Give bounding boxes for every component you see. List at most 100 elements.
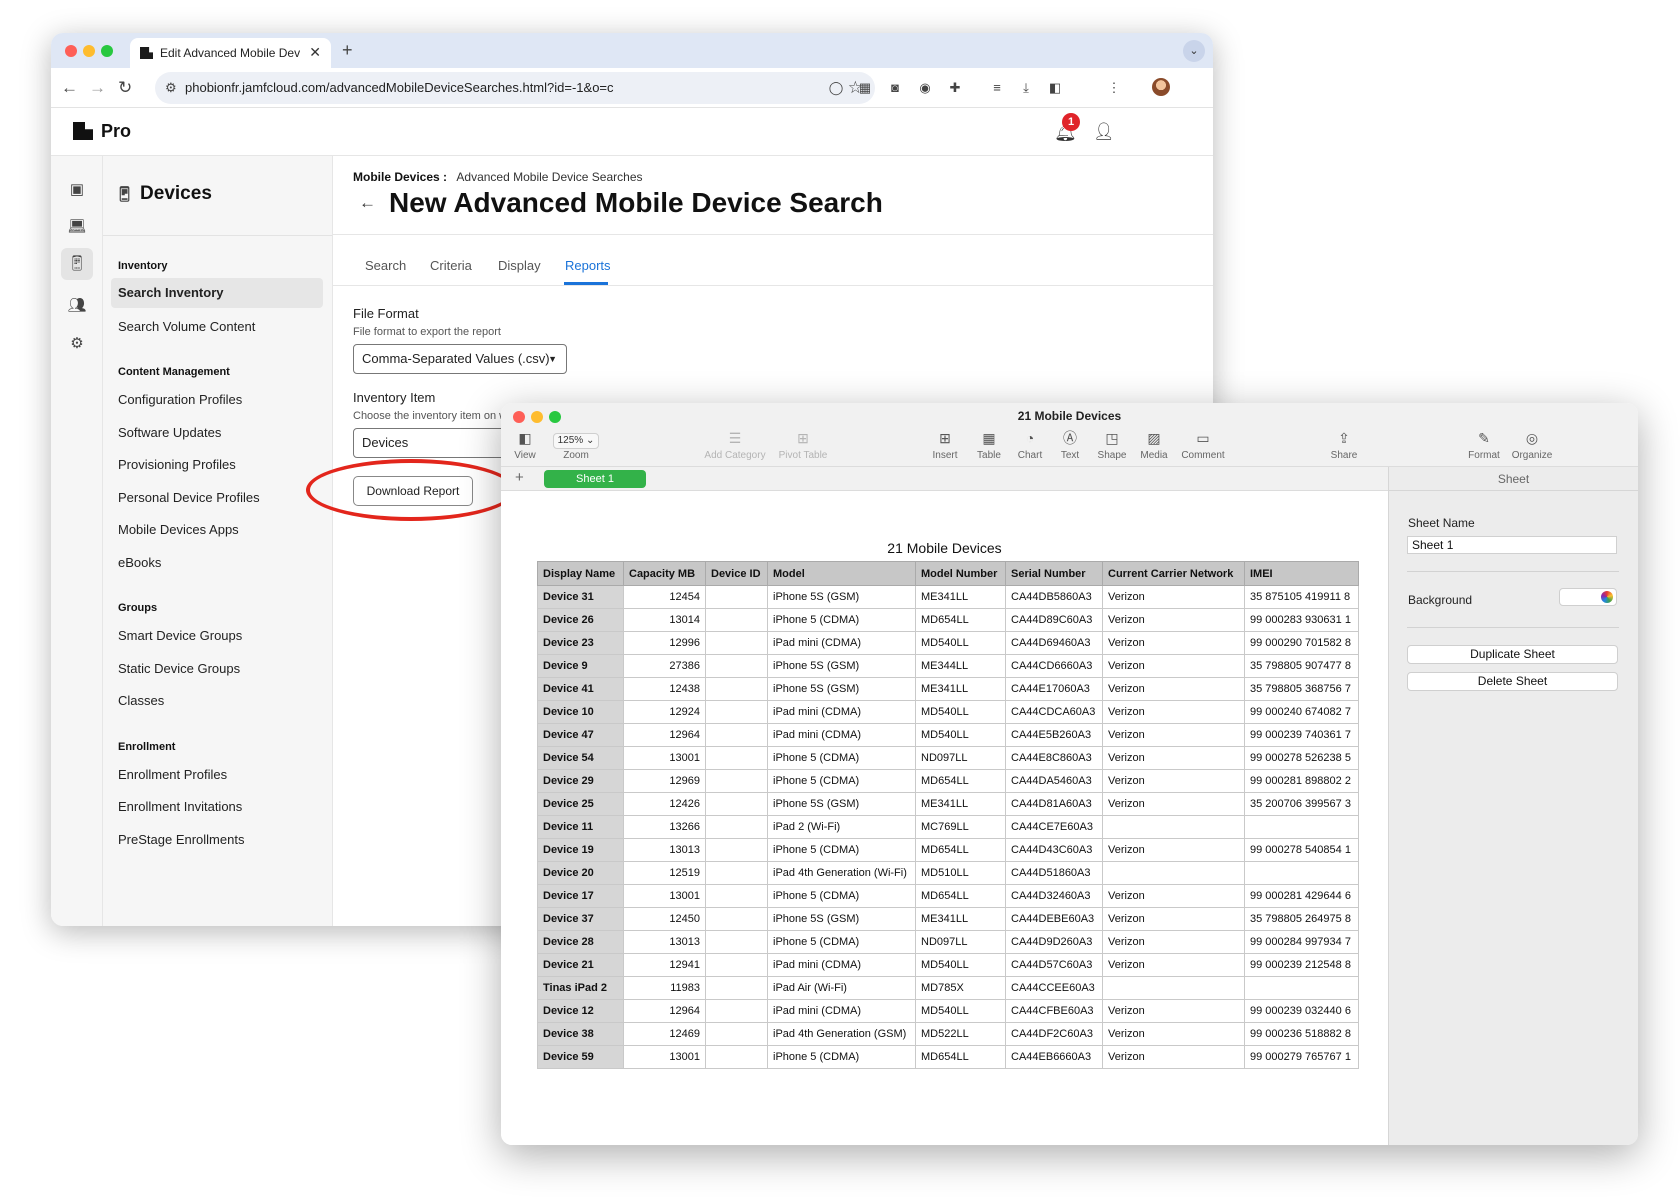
table-cell[interactable]: iPhone 5 (CDMA) <box>767 769 916 793</box>
table-cell[interactable] <box>1102 815 1245 839</box>
table-cell[interactable]: CA44D89C60A3 <box>1005 608 1103 632</box>
table-cell[interactable]: iPhone 5 (CDMA) <box>767 1045 916 1069</box>
table-cell[interactable]: Device 37 <box>537 907 624 931</box>
sidebar-item-personal-device-profiles[interactable]: Personal Device Profiles <box>118 490 260 505</box>
computers-icon[interactable]: 💻︎ <box>65 215 89 239</box>
zoom-level-select[interactable]: 125% ⌄ <box>552 433 600 449</box>
column-header[interactable]: IMEI <box>1244 561 1359 586</box>
table-row[interactable]: Device 20 12519 iPad 4th Generation (Wi-Fi… <box>537 861 1359 885</box>
table-cell[interactable]: Verizon <box>1102 953 1245 977</box>
table-cell[interactable]: 11983 <box>623 976 706 1000</box>
table-cell[interactable]: iPad Air (Wi-Fi) <box>767 976 916 1000</box>
table-cell[interactable]: CA44E8C860A3 <box>1005 746 1103 770</box>
table-cell[interactable]: 12964 <box>623 723 706 747</box>
table-cell[interactable]: ME344LL <box>915 654 1006 678</box>
extension-record-icon[interactable]: ◉ <box>917 80 933 96</box>
table-row[interactable]: Device 54 13001 iPhone 5 (CDMA) ND097LL CA44… <box>537 746 1359 770</box>
tab-search-button[interactable]: ⌄ <box>1183 40 1205 62</box>
table-cell[interactable]: 12519 <box>623 861 706 885</box>
table-cell[interactable] <box>705 1022 768 1046</box>
table-cell[interactable]: 12996 <box>623 631 706 655</box>
breadcrumb-parent[interactable]: Mobile Devices <box>353 170 440 184</box>
table-cell[interactable] <box>1102 976 1245 1000</box>
table-cell[interactable]: Verizon <box>1102 1045 1245 1069</box>
table-cell[interactable] <box>705 861 768 885</box>
table-cell[interactable]: MD540LL <box>915 631 1006 655</box>
column-header[interactable]: Current Carrier Network <box>1102 561 1245 586</box>
browser-tab[interactable]: Edit Advanced Mobile Device ✕ <box>130 38 331 68</box>
table-cell[interactable]: 99 000240 674082 7 <box>1244 700 1359 724</box>
table-cell[interactable]: iPad 2 (Wi-Fi) <box>767 815 916 839</box>
table-cell[interactable]: Verizon <box>1102 907 1245 931</box>
table-cell[interactable]: iPhone 5S (GSM) <box>767 792 916 816</box>
media-controls-icon[interactable]: ≡ <box>989 80 1005 96</box>
table-cell[interactable]: iPad mini (CDMA) <box>767 631 916 655</box>
table-title[interactable]: 21 Mobile Devices <box>501 540 1388 556</box>
table-cell[interactable]: 99 000281 898802 2 <box>1244 769 1359 793</box>
table-cell[interactable]: Device 38 <box>537 1022 624 1046</box>
table-cell[interactable]: Verizon <box>1102 999 1245 1023</box>
table-cell[interactable]: Verizon <box>1102 884 1245 908</box>
forward-icon[interactable]: → <box>89 78 106 98</box>
table-cell[interactable] <box>705 976 768 1000</box>
tab-display[interactable]: Display <box>498 258 541 273</box>
table-cell[interactable]: Device 19 <box>537 838 624 862</box>
table-cell[interactable] <box>705 769 768 793</box>
tab-reports[interactable]: Reports <box>565 258 611 273</box>
table-cell[interactable] <box>705 815 768 839</box>
background-color-well[interactable] <box>1559 588 1617 606</box>
table-cell[interactable]: 99 000278 526238 5 <box>1244 746 1359 770</box>
users-icon[interactable]: 👥︎ <box>65 294 89 318</box>
tab-search[interactable]: Search <box>365 258 406 273</box>
close-tab-icon[interactable]: ✕ <box>309 44 321 61</box>
table-cell[interactable] <box>705 654 768 678</box>
settings-gear-icon[interactable]: ⚙ <box>65 332 89 356</box>
table-cell[interactable]: ME341LL <box>915 585 1006 609</box>
table-cell[interactable]: CA44D9D260A3 <box>1005 930 1103 954</box>
table-cell[interactable] <box>705 723 768 747</box>
sidebar-item-static-device-groups[interactable]: Static Device Groups <box>118 661 240 676</box>
table-cell[interactable] <box>705 838 768 862</box>
table-cell[interactable]: CA44CE7E60A3 <box>1005 815 1103 839</box>
organize-tool-button[interactable]: ◎ Organize <box>1500 429 1564 461</box>
inspector-tab-sheet[interactable]: Sheet <box>1389 467 1638 491</box>
table-cell[interactable]: 99 000281 429644 6 <box>1244 884 1359 908</box>
table-cell[interactable]: 99 000278 540854 1 <box>1244 838 1359 862</box>
table-cell[interactable]: CA44DF2C60A3 <box>1005 1022 1103 1046</box>
table-cell[interactable]: CA44DB5860A3 <box>1005 585 1103 609</box>
table-cell[interactable]: Device 28 <box>537 930 624 954</box>
table-cell[interactable]: 13266 <box>623 815 706 839</box>
table-row[interactable]: Device 31 12454 iPhone 5S (GSM) ME341LL CA44… <box>537 585 1359 609</box>
close-window-button[interactable] <box>65 45 77 57</box>
table-cell[interactable] <box>705 953 768 977</box>
duplicate-sheet-button[interactable]: Duplicate Sheet <box>1407 645 1618 664</box>
table-row[interactable]: Device 17 13001 iPhone 5 (CDMA) MD654LL CA44… <box>537 884 1359 908</box>
table-cell[interactable]: 27386 <box>623 654 706 678</box>
delete-sheet-button[interactable]: Delete Sheet <box>1407 672 1618 691</box>
table-row[interactable]: Device 11 13266 iPad 2 (Wi-Fi) MC769LL CA44C… <box>537 815 1359 839</box>
table-cell[interactable]: MD540LL <box>915 700 1006 724</box>
share-tool-button[interactable]: ⇪ Share <box>1312 429 1376 461</box>
profile-avatar[interactable] <box>1152 78 1170 96</box>
table-cell[interactable]: Verizon <box>1102 723 1245 747</box>
table-cell[interactable]: CA44DA5460A3 <box>1005 769 1103 793</box>
table-cell[interactable]: 99 000284 997934 7 <box>1244 930 1359 954</box>
table-cell[interactable]: Device 31 <box>537 585 624 609</box>
table-cell[interactable]: CA44E5B260A3 <box>1005 723 1103 747</box>
table-cell[interactable]: 12469 <box>623 1022 706 1046</box>
table-cell[interactable]: iPad mini (CDMA) <box>767 953 916 977</box>
table-cell[interactable]: Verizon <box>1102 792 1245 816</box>
chrome-menu-icon[interactable]: ⋮ <box>1106 80 1122 96</box>
table-cell[interactable] <box>1102 861 1245 885</box>
table-cell[interactable]: Device 17 <box>537 884 624 908</box>
extension-camera-icon[interactable]: ◙ <box>887 80 903 96</box>
table-cell[interactable]: 35 798805 907477 8 <box>1244 654 1359 678</box>
table-cell[interactable]: CA44CD6660A3 <box>1005 654 1103 678</box>
table-cell[interactable]: MD785X <box>915 976 1006 1000</box>
table-cell[interactable]: CA44CFBE60A3 <box>1005 999 1103 1023</box>
table-row[interactable]: Device 41 12438 iPhone 5S (GSM) ME341LL CA44… <box>537 677 1359 701</box>
jamf-product-name[interactable]: Pro <box>101 121 131 142</box>
table-cell[interactable]: Verizon <box>1102 585 1245 609</box>
add-sheet-button[interactable]: + <box>515 469 524 486</box>
sheet-tab[interactable]: Sheet 1 <box>544 470 646 488</box>
